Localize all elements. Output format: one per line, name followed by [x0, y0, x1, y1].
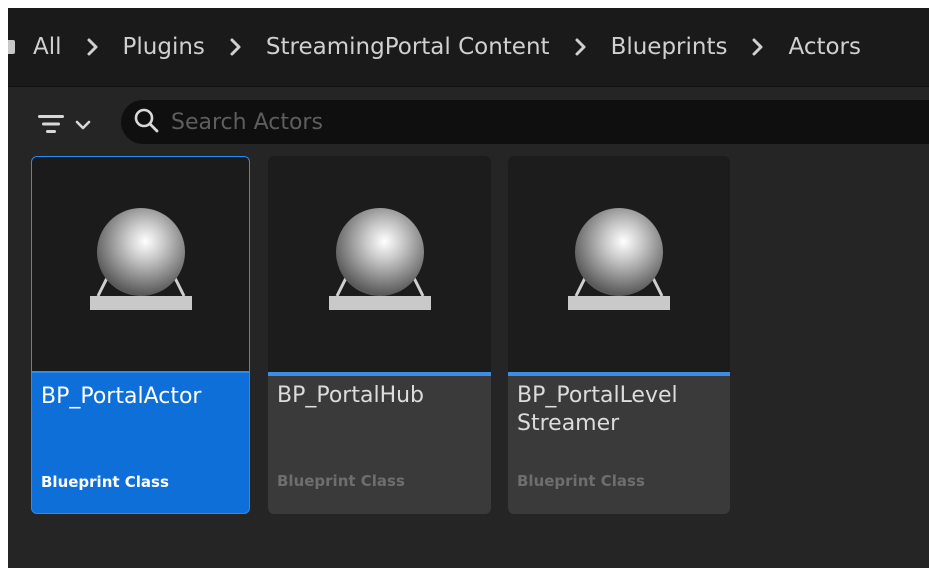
breadcrumb-item-all[interactable]: All — [33, 34, 62, 60]
asset-name: BP_PortalActor — [41, 384, 202, 409]
breadcrumb-item-plugins[interactable]: Plugins — [123, 34, 205, 60]
blueprint-actor-icon — [89, 208, 192, 310]
chevron-right-icon[interactable] — [564, 35, 598, 59]
breadcrumb-edge — [8, 40, 15, 54]
breadcrumb: All Plugins StreamingPortal Content Blue… — [8, 8, 929, 86]
blueprint-actor-icon — [568, 208, 670, 310]
asset-tile-bp-portallevel-streamer[interactable]: BP_PortalLevel Streamer Blueprint Class — [508, 156, 730, 514]
asset-thumbnail — [508, 156, 730, 372]
blueprint-actor-icon — [328, 208, 431, 310]
asset-thumbnail — [32, 157, 249, 373]
content-browser-panel: All Plugins StreamingPortal Content Blue… — [8, 8, 929, 568]
breadcrumb-item-blueprints[interactable]: Blueprints — [611, 34, 728, 60]
search-input[interactable] — [169, 108, 773, 136]
filter-icon — [36, 112, 68, 140]
panel-divider — [8, 86, 929, 87]
asset-name: BP_PortalHub — [277, 383, 425, 408]
chevron-down-icon — [74, 117, 92, 136]
asset-type-accent — [508, 372, 730, 376]
asset-thumbnail — [268, 156, 491, 372]
asset-name: BP_PortalLevel Streamer — [517, 383, 678, 436]
asset-type-accent — [268, 372, 491, 376]
search-icon — [133, 107, 159, 137]
breadcrumb-item-actors[interactable]: Actors — [788, 34, 861, 60]
asset-type: Blueprint Class — [277, 472, 405, 490]
chevron-right-icon[interactable] — [76, 35, 110, 59]
search-bar[interactable] — [121, 100, 929, 144]
asset-tile-bp-portalhub[interactable]: BP_PortalHub Blueprint Class — [268, 156, 491, 514]
asset-type: Blueprint Class — [41, 473, 169, 491]
chevron-right-icon[interactable] — [741, 35, 775, 59]
chevron-right-icon[interactable] — [219, 35, 253, 59]
window-frame: All Plugins StreamingPortal Content Blue… — [0, 0, 929, 568]
breadcrumb-item-streamingportal-content[interactable]: StreamingPortal Content — [266, 34, 550, 60]
asset-type: Blueprint Class — [517, 472, 645, 490]
filter-dropdown-button[interactable] — [36, 108, 102, 144]
asset-tile-bp-portalactor[interactable]: BP_PortalActor Blueprint Class — [31, 156, 250, 514]
